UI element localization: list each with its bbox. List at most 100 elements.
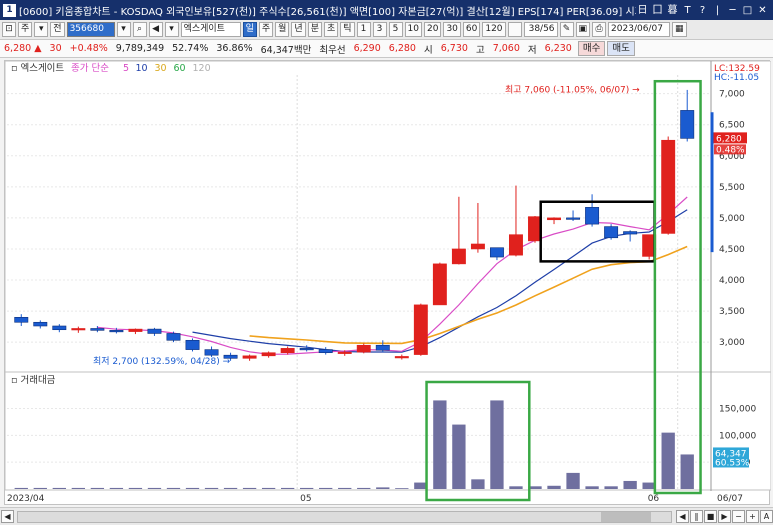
layout-icon[interactable]: 日: [636, 4, 649, 17]
volume-bar: [509, 486, 523, 489]
legend-entry: 5: [123, 63, 129, 74]
zoom-out-icon[interactable]: −: [732, 510, 745, 523]
horizontal-scrollbar[interactable]: [17, 510, 672, 523]
volume-bar: [204, 487, 219, 489]
minute-5-button[interactable]: 5: [388, 22, 403, 37]
minute-3-button[interactable]: 3: [372, 22, 387, 37]
period-day-button[interactable]: 일: [242, 22, 257, 37]
volume-bar: [471, 479, 485, 489]
legend-entry: 120: [193, 63, 211, 74]
volume-bar: [261, 487, 276, 489]
minimize-icon[interactable]: ─: [726, 4, 739, 17]
mode-button-weekly[interactable]: 주: [18, 22, 33, 37]
low-label: 저: [527, 44, 537, 56]
lock-icon[interactable]: ⊡: [2, 22, 16, 37]
custom-period-button[interactable]: [507, 22, 522, 37]
bottom-bar: ◀ ◀ ‖ ■ ▶ − + A: [0, 507, 773, 525]
candle-body: [413, 304, 428, 355]
play-icon[interactable]: ▶: [718, 510, 731, 523]
high-annotation: 최고 7,060 (-11.05%, 06/07) →: [505, 84, 640, 95]
period-tick-button[interactable]: 틱: [340, 22, 355, 37]
candle-body: [71, 328, 86, 331]
mode-dropdown-icon[interactable]: ▾: [34, 22, 49, 37]
maximize-icon[interactable]: □: [741, 4, 754, 17]
minute-10-button[interactable]: 10: [404, 22, 422, 37]
period-week-button[interactable]: 주: [258, 22, 274, 37]
hc-label: HC:-11.05: [714, 73, 759, 83]
candle-body: [33, 321, 48, 327]
volume-bar: [280, 487, 295, 489]
candle-body: [356, 344, 371, 353]
chart-canvas[interactable]: 3,0003,5004,0004,5005,0005,5006,0006,500…: [5, 61, 771, 506]
screen-number: 1: [3, 3, 16, 17]
price-tick-label: 5,500: [719, 183, 745, 193]
edit-icon[interactable]: ✎: [559, 22, 574, 37]
tools-icon[interactable]: 暮: [666, 4, 679, 17]
best-bid-2: 6,280: [388, 43, 416, 54]
date-input[interactable]: 2023/06/07: [608, 22, 671, 37]
minute-120-button[interactable]: 120: [482, 22, 506, 37]
candle-body: [14, 316, 29, 323]
panel-icon[interactable]: 囗: [651, 4, 664, 17]
price-change-pct: +0.48%: [69, 43, 108, 54]
font-size-icon[interactable]: A: [760, 510, 773, 523]
x-tick-label: 05: [300, 494, 311, 504]
text-icon[interactable]: T: [681, 4, 694, 17]
price-tick-label: 5,000: [719, 214, 745, 224]
calendar-icon[interactable]: ▦: [672, 22, 687, 37]
page-count: 38/56: [523, 22, 558, 37]
price-tick-label: 4,000: [719, 276, 745, 286]
help-icon[interactable]: ?: [696, 4, 709, 17]
chart-area[interactable]: 3,000 3,500 4,000 4,500 5,000 5,500 6,000 6,500…: [4, 60, 771, 506]
pause-icon[interactable]: ‖: [690, 510, 703, 523]
x-tick-label: 06/07: [717, 494, 743, 504]
candle-body: [680, 110, 695, 139]
period-minute-button[interactable]: 분: [307, 22, 322, 37]
volume-bar: [223, 487, 238, 489]
volume-bar: [128, 487, 143, 489]
open-label: 시: [423, 44, 433, 56]
window-title: [0600] 키움종합차트 - KOSDAQ 외국인보유[527(천)] 주식수…: [19, 6, 636, 18]
volume-bar: [566, 472, 580, 489]
candle-body: [604, 226, 619, 239]
code-dropdown-icon[interactable]: ▾: [116, 22, 131, 37]
period-month-button[interactable]: 월: [275, 22, 290, 37]
volume-bar: [242, 487, 257, 489]
volume-tick-label: 100,000: [719, 431, 756, 441]
chart-toolbar: ⊡ 주 ▾ 전 356680 ▾ ⌕ ◀ ▾ 엑스게이트 일 주 월 년 분 초…: [0, 20, 773, 40]
search-icon[interactable]: ⌕: [132, 22, 147, 37]
minute-1-button[interactable]: 1: [356, 22, 371, 37]
volume-bar: [109, 487, 124, 489]
volume-bar: [357, 487, 371, 489]
priority-label: 최우선: [319, 44, 346, 56]
sound-icon[interactable]: ◀: [148, 22, 163, 37]
scroll-left-icon[interactable]: ◀: [1, 510, 14, 523]
minute-60-button[interactable]: 60: [462, 22, 481, 37]
volume-bar: [452, 424, 466, 489]
buy-button[interactable]: 매수: [577, 41, 606, 56]
window-controls: 日 囗 暮 T ? | ─ □ ✕: [636, 4, 773, 17]
zoom-in-icon[interactable]: +: [746, 510, 759, 523]
minute-20-button[interactable]: 20: [423, 22, 442, 37]
open-price: 6,730: [440, 43, 468, 54]
sound-dropdown-icon[interactable]: ▾: [164, 22, 179, 37]
x-tick-label: 2023/04: [7, 494, 45, 504]
volume-bar: [319, 487, 333, 489]
candle-body: [337, 351, 352, 354]
minute-30-button[interactable]: 30: [443, 22, 461, 37]
price-tick-label: 3,500: [719, 307, 745, 317]
sell-button[interactable]: 매도: [607, 41, 635, 56]
play-back-icon[interactable]: ◀: [676, 510, 689, 523]
mode-button-all[interactable]: 전: [50, 22, 65, 37]
scroll-thumb[interactable]: [601, 511, 651, 522]
stock-code-input[interactable]: 356680: [66, 22, 115, 37]
volume-bar: [52, 487, 66, 489]
close-icon[interactable]: ✕: [756, 4, 769, 17]
candle-body: [147, 328, 162, 334]
save-icon[interactable]: ▣: [575, 22, 591, 37]
period-year-button[interactable]: 년: [291, 22, 306, 37]
print-icon[interactable]: ⎙: [592, 22, 607, 37]
candle-body: [623, 231, 638, 235]
period-second-button[interactable]: 초: [323, 22, 339, 37]
stop-icon[interactable]: ■: [704, 510, 717, 523]
